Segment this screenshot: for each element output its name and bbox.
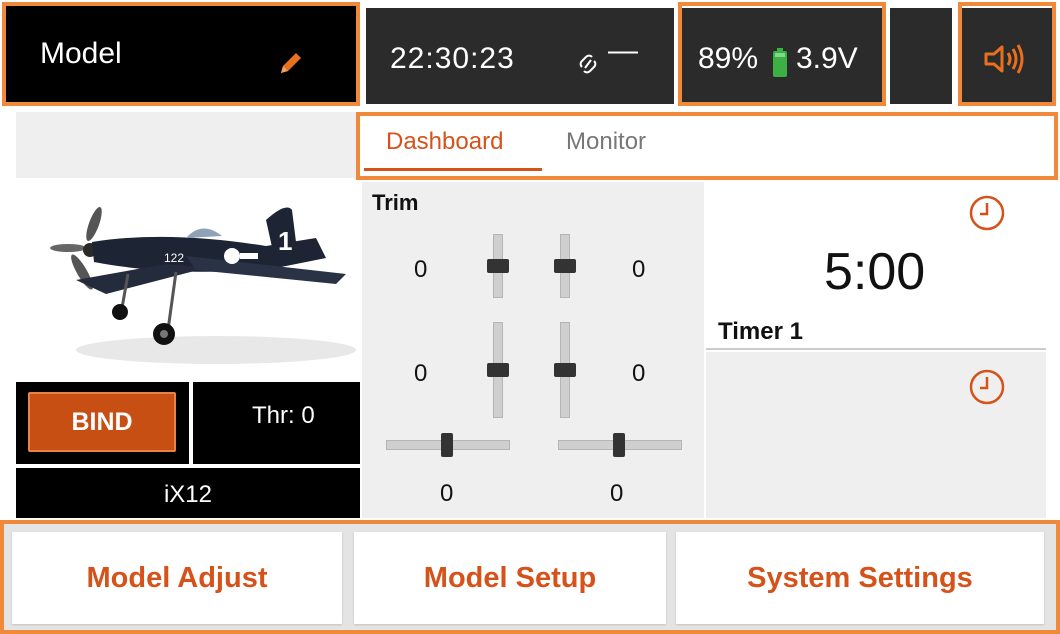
timer-1[interactable]: 5:00 Timer 1 [706, 182, 1046, 350]
trim-slider-middle-right[interactable] [554, 322, 576, 418]
clock-display: 22:30:23 — [366, 8, 674, 104]
receiver-name: iX12 [16, 468, 360, 518]
slider-knob[interactable] [487, 259, 509, 273]
trim-value: 0 [632, 360, 646, 387]
link-status: — [608, 34, 638, 67]
trim-title: Trim [372, 190, 419, 215]
status-spacer [890, 8, 952, 104]
slider-knob[interactable] [441, 433, 453, 457]
highlight-frame [2, 2, 360, 106]
bind-row: BIND Thr: 0 [16, 382, 360, 464]
clock-icon[interactable] [968, 368, 1006, 406]
timer-value: 5:00 [824, 243, 926, 301]
timer-panel: 5:00 Timer 1 [706, 182, 1046, 518]
trim-slider-middle-left[interactable] [487, 322, 509, 418]
trim-slider-bottom-left[interactable] [386, 433, 510, 457]
highlight-frame [356, 112, 1058, 180]
trim-value: 0 [414, 256, 428, 283]
bind-button[interactable]: BIND [28, 392, 176, 452]
highlight-frame [0, 520, 1060, 634]
clock-icon[interactable] [968, 194, 1006, 232]
throttle-readout: Thr: 0 [252, 402, 315, 429]
slider-knob[interactable] [487, 363, 509, 377]
svg-text:122: 122 [164, 251, 184, 265]
svg-text:1: 1 [278, 226, 292, 256]
trim-panel: Trim 0 0 0 0 0 0 [362, 182, 704, 518]
highlight-frame [678, 2, 886, 106]
highlight-frame [958, 2, 1056, 106]
divider [189, 382, 193, 464]
time-label: 22:30:23 [390, 42, 515, 75]
timer-name: Timer 1 [718, 318, 803, 345]
trim-slider-upper-right[interactable] [554, 234, 576, 298]
timer-2[interactable] [706, 352, 1046, 518]
trim-slider-upper-left[interactable] [487, 234, 509, 298]
slider-knob[interactable] [554, 259, 576, 273]
aircraft-illustration: 1 122 [50, 206, 356, 364]
aircraft-photo: 1 122 [16, 180, 360, 382]
trim-slider-bottom-right[interactable] [558, 433, 682, 457]
trim-value: 0 [414, 360, 428, 387]
slider-knob[interactable] [613, 433, 625, 457]
left-header-blank [16, 112, 358, 178]
slider-knob[interactable] [554, 363, 576, 377]
trim-value: 0 [632, 256, 646, 283]
trim-value: 0 [440, 480, 454, 507]
trim-value: 0 [610, 480, 624, 507]
